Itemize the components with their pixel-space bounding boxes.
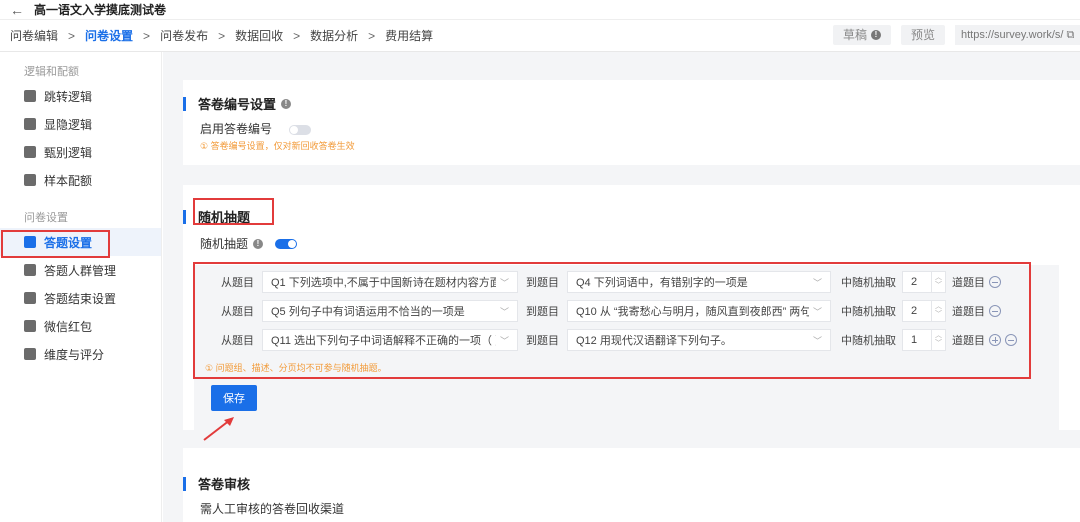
nav-data-collection[interactable]: 数据回收: [235, 27, 283, 44]
annotation-arrow-icon: [203, 417, 234, 441]
nav-survey-edit[interactable]: 问卷编辑: [10, 27, 58, 44]
screening-logic-icon: [24, 146, 36, 158]
sidebar-item-label: 跳转逻辑: [44, 89, 93, 104]
sidebar-item-screening-logic[interactable]: 甄别逻辑: [0, 138, 161, 166]
back-arrow-icon[interactable]: ←: [10, 2, 24, 18]
numbering-title-row: 答卷编号设置 !: [183, 94, 292, 113]
sidebar-item-label: 维度与评分: [44, 347, 105, 362]
numbering-enable-label: 启用答卷编号: [200, 122, 273, 136]
save-button[interactable]: 保存: [211, 385, 257, 411]
end-settings-icon: [24, 292, 36, 304]
chevron-right-icon: >: [218, 28, 226, 43]
review-subtitle: 需人工审核的答卷回收渠道: [200, 502, 345, 516]
sidebar-item-label: 甄别逻辑: [44, 145, 93, 160]
sidebar-item-audience[interactable]: 答题人群管理: [0, 256, 161, 284]
sidebar-item-label: 答题人群管理: [44, 263, 117, 278]
chevron-right-icon: >: [143, 28, 151, 43]
copy-icon[interactable]: ⧉: [1067, 25, 1075, 45]
nav-data-analysis[interactable]: 数据分析: [310, 27, 358, 44]
nav-actions: 草稿 ! 预览 https://survey.work/s/ ⧉: [832, 25, 1080, 45]
numbering-toggle[interactable]: [289, 124, 312, 135]
sidebar-group-logic: 逻辑和配额: [24, 66, 79, 78]
annotation-box: [1, 230, 110, 258]
info-icon[interactable]: !: [253, 238, 264, 249]
random-toggle-row: 随机抽题 !: [200, 235, 298, 252]
numbering-card: 答卷编号设置 ! 启用答卷编号 ① 答卷编号设置，仅对新回收答卷生效: [183, 80, 1080, 165]
sidebar-item-label: 答题结束设置: [44, 291, 117, 306]
red-packet-icon: [24, 320, 36, 332]
chevron-right-icon: >: [68, 28, 76, 43]
review-card: 答卷审核 需人工审核的答卷回收渠道: [183, 448, 1080, 522]
sidebar-item-label: 微信红包: [44, 319, 93, 334]
annotation-box: [193, 198, 274, 225]
sidebar-item-label: 显隐逻辑: [44, 117, 93, 132]
sidebar-item-label: 样本配额: [44, 173, 93, 188]
sidebar-item-display-logic[interactable]: 显隐逻辑: [0, 110, 161, 138]
annotation-box: [193, 262, 1031, 379]
top-bar: ← 高一语文入学摸底测试卷: [0, 0, 1080, 20]
section-accent-bar: [183, 96, 186, 111]
chevron-right-icon: >: [293, 28, 301, 43]
section-accent-bar: [183, 209, 186, 224]
review-title: 答卷审核: [198, 477, 251, 492]
draft-label: 草稿: [842, 28, 867, 42]
random-toggle-label: 随机抽题: [200, 237, 249, 251]
info-icon[interactable]: !: [281, 98, 292, 109]
settings-sidebar: 逻辑和配额 跳转逻辑 显隐逻辑 甄别逻辑 样本配额 问卷设置 答题设置 答题人群…: [0, 52, 162, 522]
sidebar-group-settings: 问卷设置: [24, 212, 68, 224]
preview-button[interactable]: 预览: [900, 25, 945, 45]
survey-url-field[interactable]: https://survey.work/s/ ⧉: [955, 25, 1080, 45]
sample-quota-icon: [24, 174, 36, 186]
sidebar-item-jump-logic[interactable]: 跳转逻辑: [0, 82, 161, 110]
audience-icon: [24, 264, 36, 276]
chevron-right-icon: >: [368, 28, 376, 43]
numbering-note: ① 答卷编号设置，仅对新回收答卷生效: [200, 141, 355, 151]
survey-url-text: https://survey.work/s/: [961, 29, 1064, 41]
nav-survey-settings[interactable]: 问卷设置: [85, 27, 133, 44]
survey-title: 高一语文入学摸底测试卷: [34, 3, 167, 17]
display-logic-icon: [24, 118, 36, 130]
numbering-title: 答卷编号设置: [198, 97, 277, 112]
review-title-row: 答卷审核: [183, 474, 250, 493]
info-icon[interactable]: !: [870, 30, 881, 40]
dimension-score-icon: [24, 348, 36, 360]
random-toggle[interactable]: [275, 238, 298, 249]
draft-status-badge: 草稿 !: [832, 25, 891, 45]
nav-billing[interactable]: 费用结算: [385, 27, 433, 44]
sidebar-item-sample-quota[interactable]: 样本配额: [0, 166, 161, 194]
sidebar-item-dimension-score[interactable]: 维度与评分: [0, 340, 161, 368]
preview-label: 预览: [910, 28, 935, 42]
step-nav: 问卷编辑 > 问卷设置 > 问卷发布 > 数据回收 > 数据分析 > 费用结算 …: [0, 20, 1080, 52]
numbering-toggle-row: 启用答卷编号: [200, 120, 312, 137]
section-accent-bar: [183, 476, 186, 491]
nav-survey-publish[interactable]: 问卷发布: [160, 27, 208, 44]
sidebar-item-wechat-redpacket[interactable]: 微信红包: [0, 312, 161, 340]
jump-logic-icon: [24, 90, 36, 102]
sidebar-item-end-settings[interactable]: 答题结束设置: [0, 284, 161, 312]
